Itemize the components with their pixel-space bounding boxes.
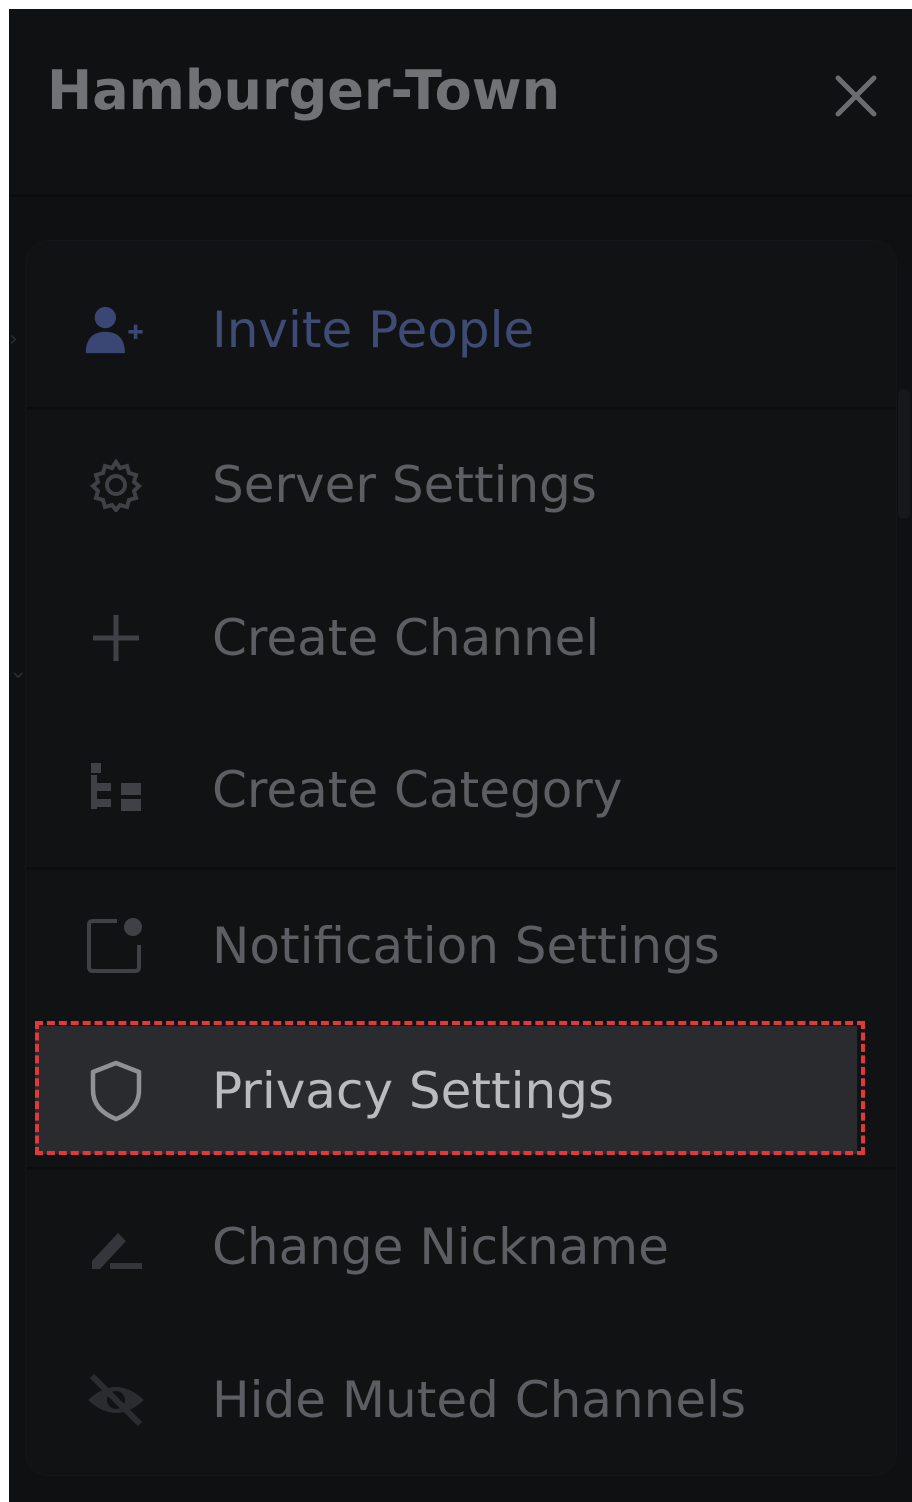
menu-separator [26,407,896,410]
menu-item-invite-people[interactable]: Invite People [26,270,896,390]
shield-icon [84,1059,148,1123]
add-person-icon [84,298,148,362]
menu-item-label: Create Category [212,761,623,819]
menu-item-create-channel[interactable]: Create Channel [26,578,896,698]
menu-separator [26,867,896,870]
notification-icon [84,914,148,978]
menu-item-label: Create Channel [212,609,600,667]
category-icon [84,758,148,822]
menu-item-label: Server Settings [212,456,597,514]
menu-item-hide-muted-channels[interactable]: Hide Muted Channels [26,1340,896,1460]
server-name: Hamburger-Town [47,59,561,122]
menu-item-label: Invite People [212,301,535,359]
menu-item-label: Hide Muted Channels [212,1371,747,1429]
close-icon [835,75,877,117]
menu-separator [26,1167,896,1170]
pencil-icon [84,1215,148,1279]
gear-icon [84,453,148,517]
server-header: Hamburger-Town [9,9,912,197]
menu-item-notification-settings[interactable]: Notification Settings [26,886,896,1006]
plus-icon [84,606,148,670]
menu-item-label: Change Nickname [212,1218,669,1276]
menu-item-server-settings[interactable]: Server Settings [26,425,896,545]
close-button[interactable] [827,67,885,125]
menu-item-change-nickname[interactable]: Change Nickname [26,1187,896,1307]
menu-item-create-category[interactable]: Create Category [26,730,896,850]
chevron-down-icon: ⌄ [9,659,28,684]
eye-slash-icon [84,1368,148,1432]
scrollbar[interactable] [898,389,910,519]
chevron-right-icon: › [9,327,18,352]
menu-item-label: Privacy Settings [212,1062,615,1120]
menu-item-privacy-settings[interactable]: Privacy Settings [26,1031,896,1151]
server-menu-panel: Hamburger-Town › ⌄ Invite People Server … [9,9,912,1502]
menu-item-label: Notification Settings [212,917,720,975]
